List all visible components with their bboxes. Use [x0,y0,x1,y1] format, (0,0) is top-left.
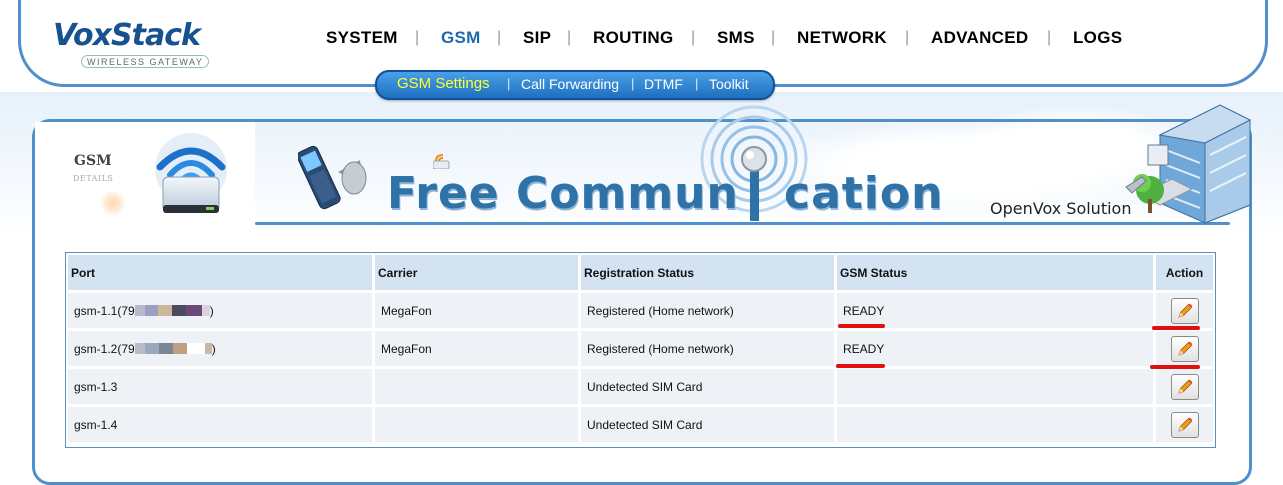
gsm-status-cell: READY [837,293,1153,328]
table-row: gsm-1.4 Undetected SIM Card [68,407,1213,442]
nav-logs[interactable]: LOGS [1073,28,1122,48]
logo-tagline: WIRELESS GATEWAY [81,55,210,68]
page-tab-subtitle: DETAILS [73,174,114,183]
table-header-row: Port Carrier Registration Status GSM Sta… [68,255,1213,290]
redacted-number [134,305,210,316]
sub-nav: GSM Settings | Call Forwarding | DTMF | … [375,70,775,100]
port-suffix: ) [209,303,214,318]
rss-icon [433,154,450,169]
header-carrier: Carrier [375,255,578,290]
nav-sip[interactable]: SIP [523,28,551,48]
header-action: Action [1156,255,1213,290]
subnav-gsm-settings[interactable]: GSM Settings [397,75,490,92]
port-cell: gsm-1.4 [68,407,372,442]
carrier-cell: MegaFon [375,331,578,366]
subnav-separator: | [631,76,635,91]
gsm-status-cell: READY [837,331,1153,366]
pencil-icon [1177,303,1192,318]
table-row: gsm-1.3 Undetected SIM Card [68,369,1213,404]
table-row: gsm-1.2(79 ) MegaFon Registered (Home ne… [68,331,1213,366]
nav-separator: | [497,29,502,46]
nav-routing[interactable]: ROUTING [593,28,673,48]
action-cell [1156,293,1213,328]
subnav-call-forwarding[interactable]: Call Forwarding [521,76,619,92]
nav-advanced[interactable]: ADVANCED [931,28,1028,48]
annotation-underline [1152,326,1200,330]
nav-separator: | [905,29,910,46]
port-cell: gsm-1.3 [68,369,372,404]
nav-separator: | [415,29,420,46]
annotation-underline [836,364,885,368]
banner-slogan-part2: cation [784,168,944,219]
action-cell [1156,369,1213,404]
building-icon [1125,104,1252,224]
gsm-status-cell [837,407,1153,442]
page-tab-title: GSM [74,153,112,169]
nav-separator: | [771,29,776,46]
nav-system[interactable]: SYSTEM [326,28,398,48]
banner-slogan-part1: Free Commun [387,168,739,219]
table-row: gsm-1.1(79 ) MegaFon Registered (Home ne… [68,293,1213,328]
nav-separator: | [691,29,696,46]
action-cell [1156,407,1213,442]
annotation-underline [838,324,885,328]
port-name: gsm-1.1(79 [74,303,135,318]
carrier-cell: MegaFon [375,293,578,328]
port-suffix: ) [211,341,216,356]
gsm-status-cell [837,369,1153,404]
registration-cell: Registered (Home network) [581,331,834,366]
subnav-dtmf[interactable]: DTMF [644,76,683,92]
annotation-underline [1150,365,1200,369]
subnav-toolkit[interactable]: Toolkit [709,76,749,92]
mobile-phone-icon [298,145,367,210]
carrier-cell [375,407,578,442]
port-cell: gsm-1.1(79 ) [68,293,372,328]
registration-cell: Registered (Home network) [581,293,834,328]
gsm-port-table: Port Carrier Registration Status GSM Sta… [65,252,1216,448]
nav-network[interactable]: NETWORK [797,28,887,48]
carrier-cell [375,369,578,404]
port-name: gsm-1.2(79 [74,341,135,356]
redacted-number [134,343,212,354]
edit-button[interactable] [1170,335,1199,362]
glow-decoration [100,190,126,216]
pencil-icon [1177,379,1192,394]
port-cell: gsm-1.2(79 ) [68,331,372,366]
pencil-icon [1177,417,1192,432]
subnav-separator: | [507,76,511,91]
header-gsm-status: GSM Status [837,255,1153,290]
edit-button[interactable] [1170,297,1199,324]
header-port: Port [68,255,372,290]
wireless-router-icon [155,133,227,213]
edit-button[interactable] [1170,411,1199,438]
subnav-separator: | [695,76,699,91]
nav-separator: | [1047,29,1052,46]
header-registration-status: Registration Status [581,255,834,290]
registration-cell: Undetected SIM Card [581,369,834,404]
nav-gsm[interactable]: GSM [441,28,481,48]
nav-separator: | [567,29,572,46]
main-nav: SYSTEM | GSM | SIP | ROUTING | SMS | NET… [0,28,1283,54]
registration-cell: Undetected SIM Card [581,407,834,442]
action-cell [1156,331,1213,366]
nav-sms[interactable]: SMS [717,28,755,48]
pencil-icon [1177,341,1192,356]
edit-button[interactable] [1170,373,1199,400]
